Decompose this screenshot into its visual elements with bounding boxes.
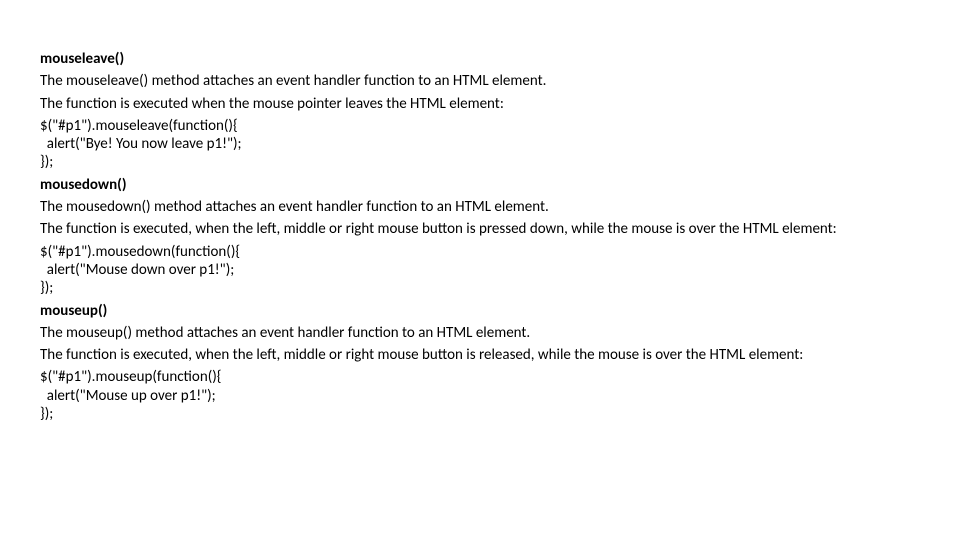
section-paragraph: The mouseleave() method attaches an even… xyxy=(40,72,920,90)
section-paragraph: The mouseup() method attaches an event h… xyxy=(40,324,920,342)
code-block: $("#p1").mousedown(function(){ alert("Mo… xyxy=(40,243,920,298)
code-block: $("#p1").mouseleave(function(){ alert("B… xyxy=(40,117,920,172)
document-content: mouseleave() The mouseleave() method att… xyxy=(0,0,960,423)
section-heading: mousedown() xyxy=(40,176,920,194)
section-paragraph: The function is executed, when the left,… xyxy=(40,220,920,238)
section-heading: mouseup() xyxy=(40,302,920,320)
section-heading: mouseleave() xyxy=(40,50,920,68)
code-block: $("#p1").mouseup(function(){ alert("Mous… xyxy=(40,368,920,423)
section-paragraph: The function is executed when the mouse … xyxy=(40,95,920,113)
section-paragraph: The function is executed, when the left,… xyxy=(40,346,920,364)
section-paragraph: The mousedown() method attaches an event… xyxy=(40,198,920,216)
